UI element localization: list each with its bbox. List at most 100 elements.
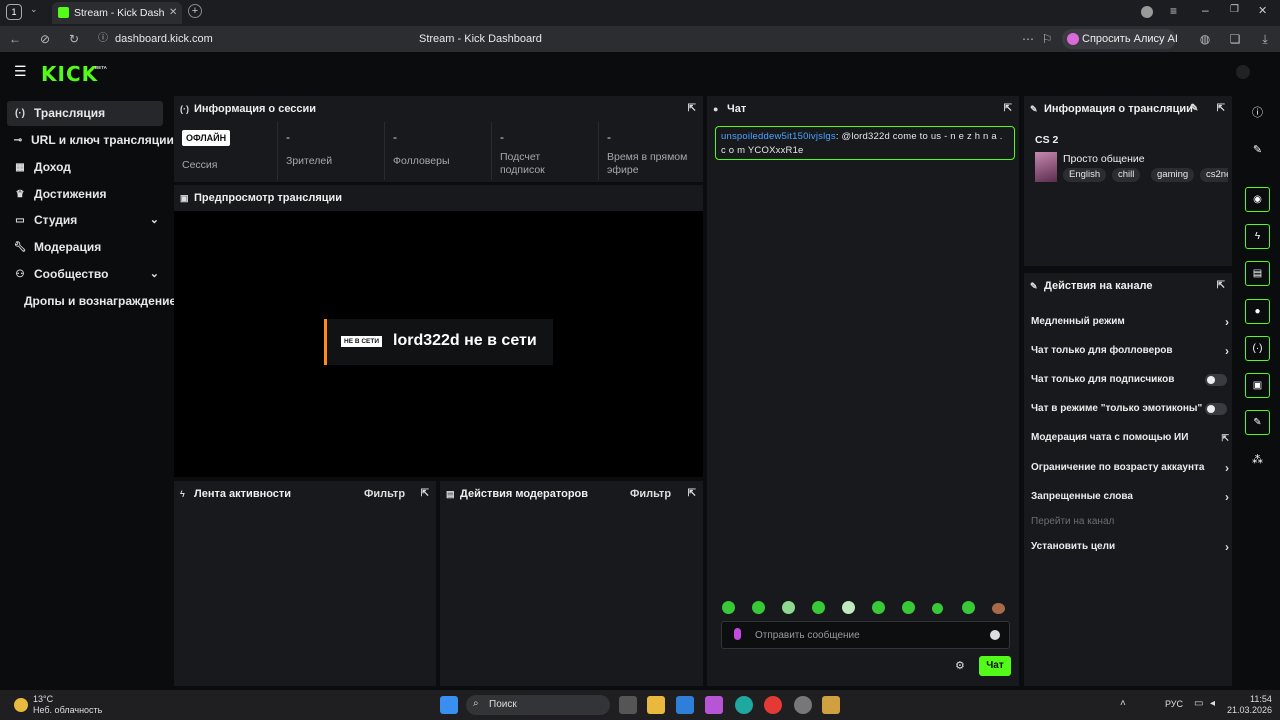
taskbar-search[interactable]: ⌕ Поиск bbox=[466, 695, 610, 715]
action-banned-words[interactable]: Запрещенные слова › bbox=[1031, 487, 1229, 507]
action-ai-moderation[interactable]: Модерация чата с помощью ИИ ⇱ bbox=[1031, 428, 1229, 448]
session-widget-icon[interactable]: ◉ bbox=[1245, 187, 1270, 212]
emote-only-toggle[interactable] bbox=[1205, 403, 1227, 415]
yandex-browser-icon[interactable] bbox=[764, 696, 782, 714]
emote-icon[interactable] bbox=[842, 601, 855, 614]
kick-logo[interactable]: KICK bbox=[41, 62, 98, 86]
emote-icon[interactable] bbox=[722, 601, 735, 614]
emote-icon[interactable] bbox=[782, 601, 795, 614]
sidebar-item-label: Модерация bbox=[34, 240, 102, 254]
task-view-icon[interactable] bbox=[619, 696, 637, 714]
wrench-widget-icon[interactable]: ✎ bbox=[1245, 410, 1270, 435]
filter-button[interactable]: Фильтр bbox=[364, 481, 405, 507]
hamburger-menu-icon[interactable]: ☰ bbox=[14, 63, 27, 80]
filter-button[interactable]: Фильтр bbox=[630, 481, 671, 507]
tag-chip[interactable]: gaming bbox=[1151, 168, 1195, 182]
clock-time[interactable]: 11:54 bbox=[1250, 694, 1272, 704]
alice-button[interactable]: Спросить Алису AI bbox=[1062, 29, 1178, 49]
wrench-icon: ✎ bbox=[1030, 281, 1038, 291]
emote-icon[interactable] bbox=[932, 603, 943, 614]
shield-icon[interactable]: ⊘ bbox=[34, 26, 56, 52]
network-icon[interactable]: ▭ bbox=[1194, 698, 1203, 709]
new-tab-icon[interactable]: + bbox=[188, 4, 202, 18]
menu-icon[interactable]: ≡ bbox=[1170, 4, 1177, 18]
app-icon[interactable] bbox=[794, 696, 812, 714]
popout-icon[interactable]: ⇱ bbox=[1004, 96, 1012, 122]
translate-icon[interactable]: ◍ bbox=[1194, 26, 1216, 52]
pencil-icon[interactable]: ✎ bbox=[1245, 138, 1270, 163]
stat-session: ОФЛАЙН Сессия bbox=[174, 122, 278, 180]
chat-widget-icon[interactable]: ● bbox=[1245, 299, 1270, 324]
sidebar-item-community[interactable]: ⚇ Сообщество ⌄ bbox=[7, 262, 163, 287]
list-widget-icon[interactable]: ▤ bbox=[1245, 261, 1270, 286]
back-icon[interactable]: ← bbox=[4, 26, 26, 52]
office-icon[interactable] bbox=[705, 696, 723, 714]
tab-close-icon[interactable]: ✕ bbox=[169, 2, 177, 24]
action-slow-mode[interactable]: Медленный режим › bbox=[1031, 312, 1229, 332]
emote-icon[interactable] bbox=[812, 601, 825, 614]
emoji-icon[interactable] bbox=[990, 630, 1000, 640]
popout-icon[interactable]: ⇱ bbox=[1217, 96, 1225, 122]
start-icon[interactable] bbox=[440, 696, 458, 714]
popout-icon[interactable]: ⇱ bbox=[1217, 273, 1225, 299]
chat-settings-gear-icon[interactable]: ⚙ bbox=[955, 659, 965, 672]
emote-icon[interactable] bbox=[962, 601, 975, 614]
edit-icon[interactable]: ✎ bbox=[1190, 96, 1198, 122]
broadcast-widget-icon[interactable]: (·) bbox=[1245, 336, 1270, 361]
sidebar-item-studio[interactable]: ▭ Студия ⌄ bbox=[7, 208, 163, 233]
sidebar-item-achievements[interactable]: ♛ Достижения bbox=[7, 182, 163, 207]
subscribers-only-toggle[interactable] bbox=[1205, 374, 1227, 386]
close-window-icon[interactable]: ✕ bbox=[1258, 4, 1267, 17]
emote-icon[interactable] bbox=[902, 601, 915, 614]
app-icon[interactable] bbox=[822, 696, 840, 714]
language-indicator[interactable]: РУС bbox=[1165, 699, 1183, 709]
sidebar-item-revenue[interactable]: ▦ Доход bbox=[7, 155, 163, 180]
clock-date[interactable]: 21.03.2026 bbox=[1227, 705, 1272, 715]
sidebar-item-drops[interactable]: Дропы и вознаграждение bbox=[7, 289, 176, 314]
tag-chip[interactable]: chill bbox=[1112, 168, 1141, 182]
community-widget-icon[interactable]: ⁂ bbox=[1245, 448, 1270, 473]
profile-icon[interactable] bbox=[1141, 6, 1153, 18]
sidebar-item-moderation[interactable]: 🔧︎ Модерация bbox=[7, 235, 163, 260]
url-text[interactable]: dashboard.kick.com bbox=[115, 26, 213, 52]
tag-chip[interactable]: English bbox=[1063, 168, 1107, 182]
stream-info-widget-icon[interactable]: ▣ bbox=[1245, 373, 1270, 398]
emote-icon[interactable] bbox=[992, 603, 1005, 614]
chat-username[interactable]: unspoileddew5it150ivjslgs bbox=[721, 131, 836, 142]
file-explorer-icon[interactable] bbox=[647, 696, 665, 714]
chat-message[interactable]: unspoileddew5it150ivjslgs: @lord322d com… bbox=[715, 126, 1015, 160]
lightning-widget-icon[interactable]: ϟ bbox=[1245, 224, 1270, 249]
popout-icon[interactable]: ⇱ bbox=[688, 96, 696, 122]
info-icon[interactable]: ⓘ bbox=[1245, 101, 1270, 126]
reload-icon[interactable]: ↻ bbox=[63, 26, 85, 52]
browser-tab[interactable]: Stream - Kick Dashboar ✕ bbox=[52, 2, 182, 24]
chat-send-button[interactable]: Чат bbox=[979, 656, 1011, 676]
popout-icon[interactable]: ⇱ bbox=[688, 481, 696, 507]
chat-input[interactable]: Отправить сообщение bbox=[721, 621, 1010, 649]
user-avatar-icon[interactable] bbox=[1236, 65, 1250, 79]
tag-chip[interactable]: cs2ne bbox=[1200, 168, 1228, 182]
action-set-goals[interactable]: Установить цели › bbox=[1031, 537, 1229, 557]
action-account-age[interactable]: Ограничение по возрасту аккаунта › bbox=[1031, 458, 1229, 478]
sidebar-item-stream[interactable]: (·) Трансляция bbox=[7, 101, 163, 126]
volume-icon[interactable]: ◂ bbox=[1210, 698, 1215, 709]
action-go-to-channel[interactable]: Перейти на канал bbox=[1031, 512, 1229, 532]
tab-list-chevron-icon[interactable]: ⌄ bbox=[30, 4, 38, 15]
site-info-icon[interactable]: ⓘ bbox=[92, 26, 114, 52]
edge-icon[interactable] bbox=[735, 696, 753, 714]
action-followers-only[interactable]: Чат только для фолловеров › bbox=[1031, 341, 1229, 361]
popout-icon[interactable]: ⇱ bbox=[421, 481, 429, 507]
store-icon[interactable] bbox=[676, 696, 694, 714]
restore-icon[interactable]: ❐ bbox=[1230, 4, 1239, 15]
microphone-icon[interactable] bbox=[734, 628, 741, 640]
tab-counter[interactable]: 1 bbox=[6, 4, 22, 20]
emote-icon[interactable] bbox=[872, 601, 885, 614]
sidebar-item-url-key[interactable]: ⊸ URL и ключ трансляции bbox=[7, 128, 174, 153]
collections-icon[interactable]: ❏ bbox=[1224, 26, 1246, 52]
minimize-icon[interactable]: – bbox=[1202, 3, 1209, 17]
preview-player[interactable]: НЕ В СЕТИ lord322d не в сети bbox=[174, 211, 703, 477]
tray-chevron-up-icon[interactable]: ˄ bbox=[1120, 698, 1126, 709]
download-icon[interactable]: ⤓ bbox=[1254, 26, 1276, 52]
bookmark-icon[interactable]: ⚐ bbox=[1036, 26, 1058, 52]
emote-icon[interactable] bbox=[752, 601, 765, 614]
